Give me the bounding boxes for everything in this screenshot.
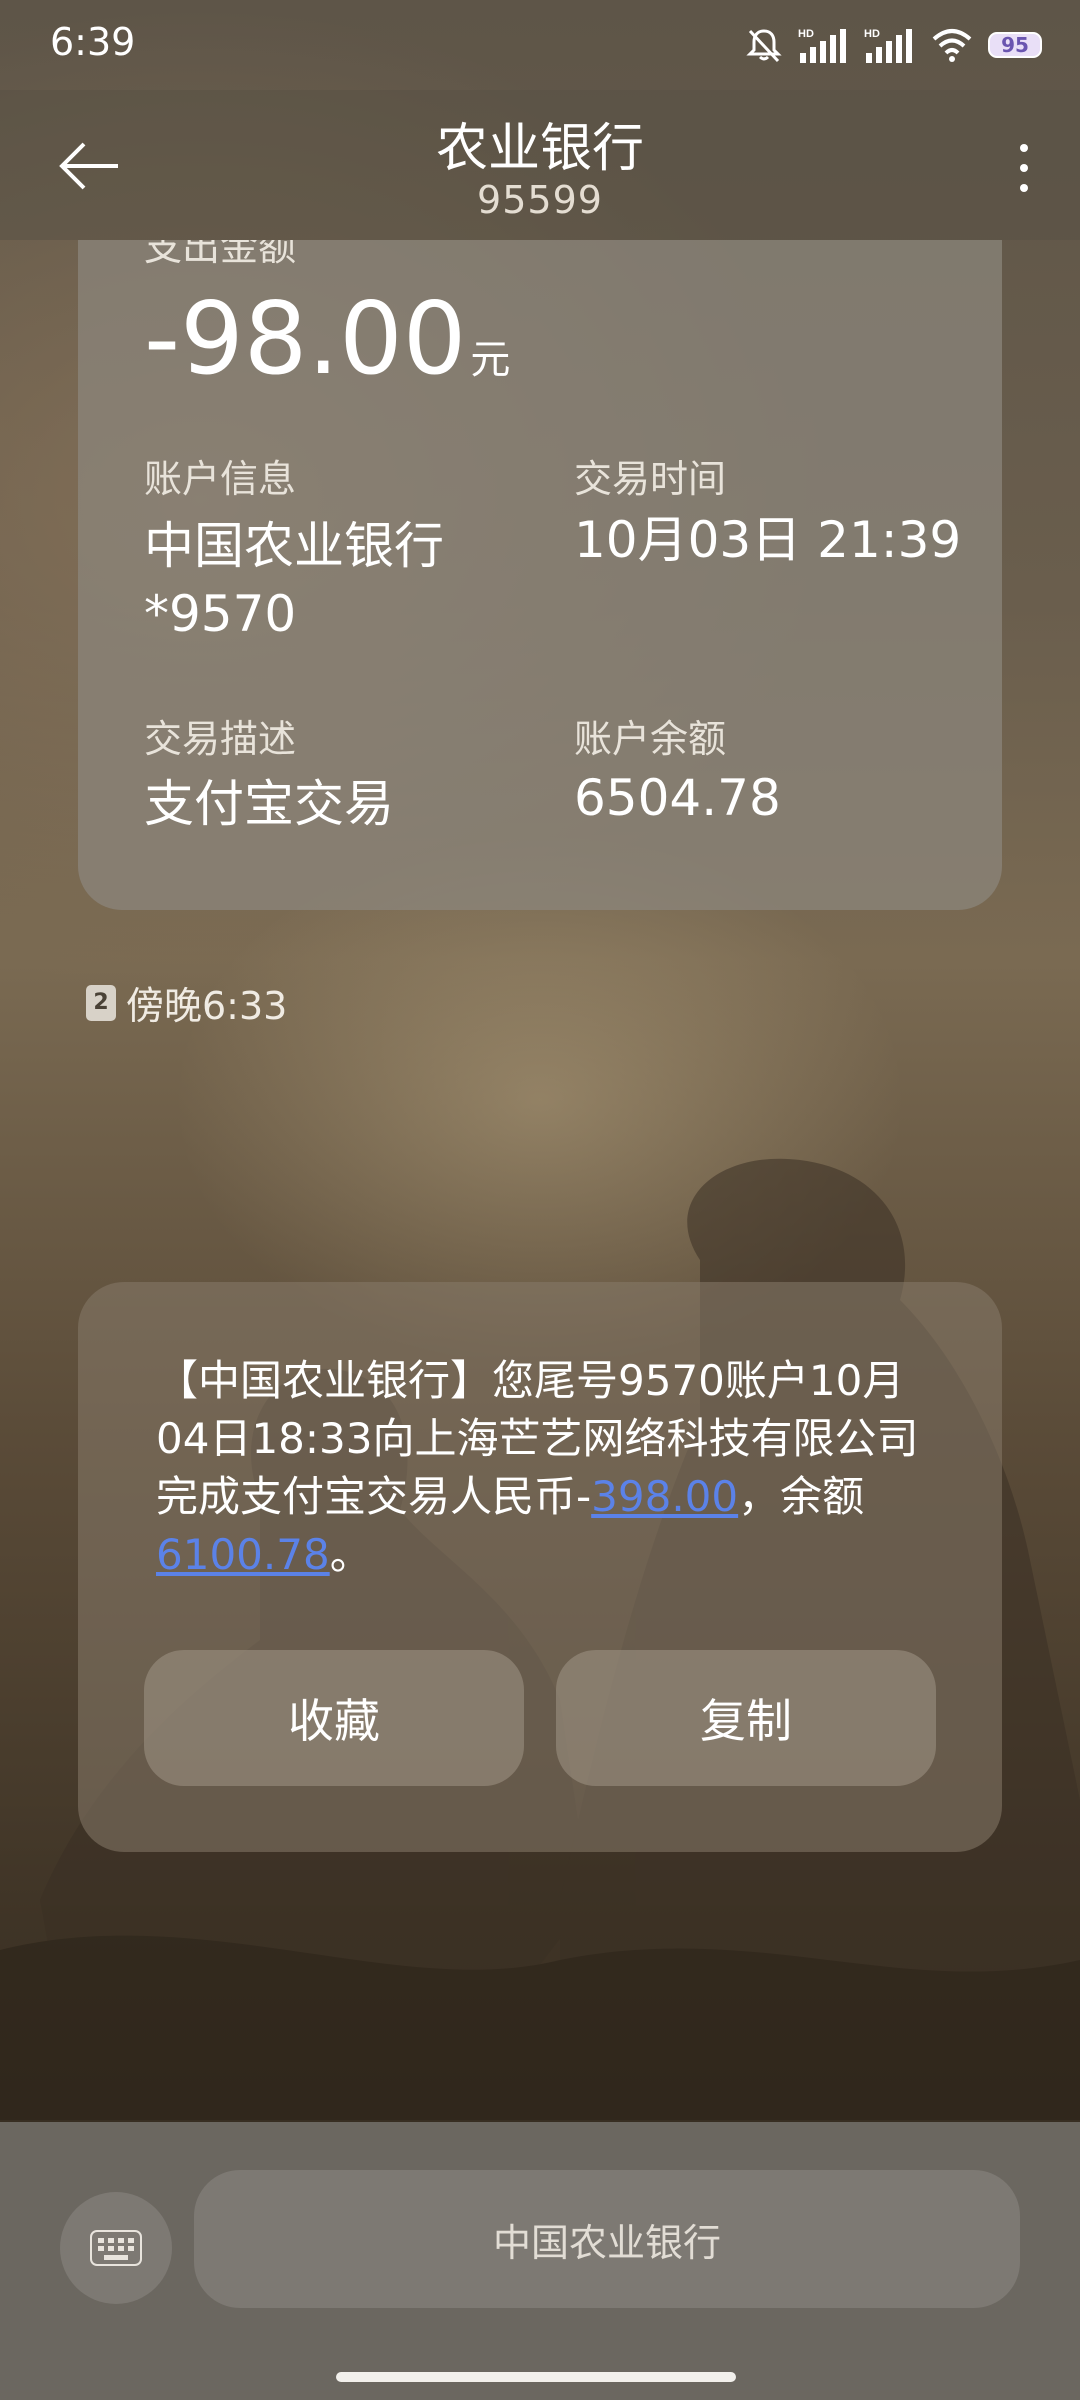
- favorite-button[interactable]: 收藏: [144, 1650, 524, 1786]
- transaction-time-label: 交易时间: [574, 457, 727, 501]
- service-menu-button[interactable]: 中国农业银行: [194, 2170, 1020, 2308]
- more-vertical-icon[interactable]: [1004, 134, 1044, 204]
- svg-text:HD: HD: [864, 28, 880, 40]
- home-indicator[interactable]: [336, 2372, 736, 2382]
- message-time: 傍晚6:33: [126, 984, 288, 1028]
- bottom-bar: 中国农业银行: [0, 2122, 1080, 2400]
- contact-number: 95599: [477, 178, 603, 222]
- sms-amount-link[interactable]: 398.00: [591, 1472, 738, 1521]
- amount-value: -98.00 元: [144, 280, 510, 397]
- amount-number: -98.00: [144, 280, 467, 397]
- amount-label: 支出金额: [144, 240, 297, 269]
- sms-text-part2: ，余额: [738, 1472, 865, 1521]
- sms-balance-link[interactable]: 6100.78: [156, 1530, 330, 1579]
- status-time: 6:39: [50, 20, 136, 64]
- message-meta: 2 傍晚6:33: [86, 975, 287, 1030]
- keyboard-icon: [90, 2230, 142, 2266]
- wifi-icon: [932, 29, 972, 62]
- conversation-header: 农业银行 95599: [0, 90, 1080, 240]
- status-icons: HD HD 95: [744, 22, 1042, 68]
- hd-signal-icon: HD: [864, 28, 912, 63]
- description-value: 支付宝交易: [144, 775, 394, 833]
- sim-badge: 2: [86, 984, 116, 1021]
- keyboard-button[interactable]: [60, 2192, 172, 2304]
- description-label: 交易描述: [144, 717, 297, 761]
- sms-text-part3: 。: [329, 1530, 372, 1579]
- transaction-card: 支出金额 -98.00 元 账户信息 中国农业银行 *9570 交易时间 10月0…: [78, 240, 1002, 910]
- mute-icon: [746, 29, 782, 63]
- account-info-label: 账户信息: [144, 457, 297, 501]
- copy-button[interactable]: 复制: [556, 1650, 936, 1786]
- transaction-time: 10月03日 21:39: [574, 511, 962, 569]
- hd-signal-icon: HD: [798, 28, 846, 63]
- svg-text:HD: HD: [798, 28, 814, 40]
- amount-unit: 元: [470, 337, 511, 383]
- sms-text: 【中国农业银行】您尾号9570账户10月04日18:33向上海芒艺网络科技有限公…: [156, 1352, 936, 1584]
- account-number: *9570: [144, 585, 297, 643]
- account-bank: 中国农业银行: [144, 517, 444, 575]
- status-bar: 6:39 HD HD 95: [0, 0, 1080, 90]
- balance-value: 6504.78: [574, 769, 781, 827]
- battery-icon: 95: [988, 32, 1042, 58]
- contact-title: 农业银行: [435, 119, 644, 179]
- balance-label: 账户余额: [574, 717, 727, 761]
- sms-bubble[interactable]: 【中国农业银行】您尾号9570账户10月04日18:33向上海芒艺网络科技有限公…: [78, 1282, 1002, 1852]
